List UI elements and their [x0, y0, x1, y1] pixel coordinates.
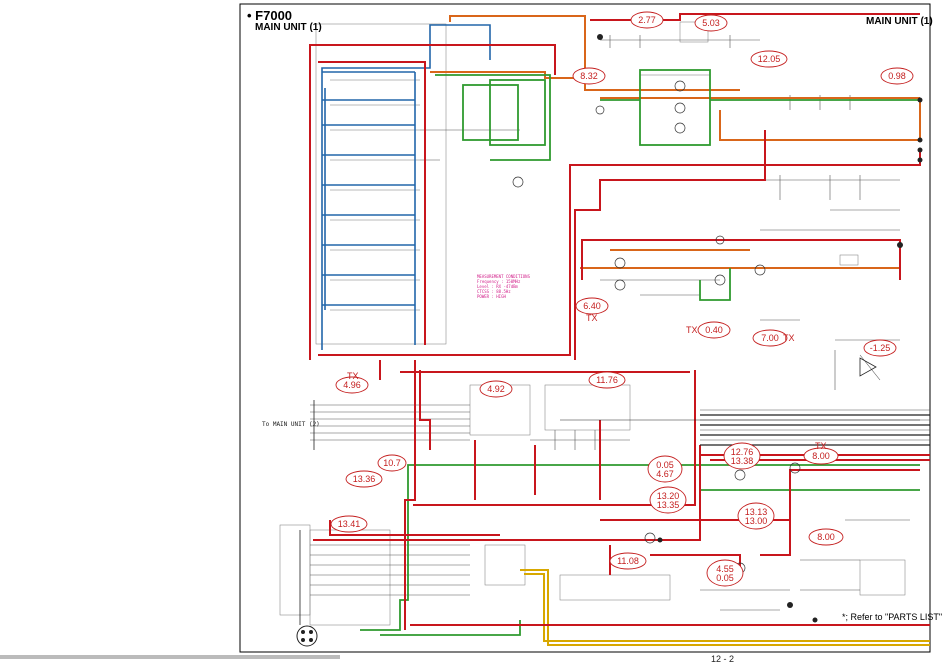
din-connector	[296, 625, 318, 647]
schematic-diagram	[0, 3, 931, 659]
tx-tag: TX	[783, 333, 795, 343]
voltage-reading: 2.77	[638, 15, 656, 25]
voltage-reading: 4.96	[343, 380, 361, 390]
tx-tag: TX	[586, 313, 598, 323]
unit-title-right: MAIN UNIT (1)	[866, 16, 933, 27]
voltage-reading: 8.32	[580, 71, 598, 81]
voltage-reading: 11.08	[617, 556, 639, 566]
voltage-reading: 10.7	[383, 458, 401, 468]
voltage-reading: 5.03	[702, 18, 720, 28]
voltage-reading: 11.76	[596, 375, 618, 385]
voltage-reading: 0.40	[705, 325, 723, 335]
left-connector-pins	[299, 400, 315, 625]
page-number: 12 - 2	[711, 654, 735, 664]
control-traces	[321, 24, 491, 350]
voltage-reading: 8.00	[817, 532, 835, 542]
voltage-reading: 0.05 4.67	[656, 460, 674, 479]
parts-list-note: *; Refer to "PARTS LIST"	[842, 612, 943, 622]
schematic-sheet	[0, 0, 950, 667]
voltage-reading: 12.05	[757, 54, 781, 64]
voltage-reading: 6.40	[583, 301, 601, 311]
voltage-reading: 0.98	[888, 71, 906, 81]
voltage-reading: 13.41	[337, 519, 361, 529]
measurement-conditions: MEASUREMENT CONDITIONS Frequency : 150MH…	[477, 274, 530, 299]
tx-tag: TX	[347, 371, 359, 381]
tx-tag: TX	[815, 441, 827, 451]
voltage-reading: 13.36	[352, 474, 376, 484]
voltage-reading: 13.13 13.00	[744, 507, 768, 526]
connector-terminals	[597, 34, 923, 623]
audio-traces	[360, 69, 920, 636]
component-ticks	[310, 35, 930, 611]
voltage-reading: 4.55 0.05	[716, 564, 734, 583]
voltage-reading: 8.00	[812, 451, 830, 461]
voltage-reading: 13.20 13.35	[656, 491, 680, 510]
tx-tag: TX	[686, 325, 698, 335]
opamp-symbol	[859, 357, 877, 377]
to-main-unit-label: To MAIN UNIT (2)	[262, 421, 320, 428]
model-title: • F7000	[247, 8, 293, 23]
voltage-reading: 4.92	[487, 384, 505, 394]
voltage-reading: 12.76 13.38	[730, 447, 754, 466]
voltage-reading: 7.00	[761, 333, 779, 343]
voltage-reading: -1.25	[869, 343, 891, 353]
unit-title-left: MAIN UNIT (1)	[255, 22, 322, 33]
